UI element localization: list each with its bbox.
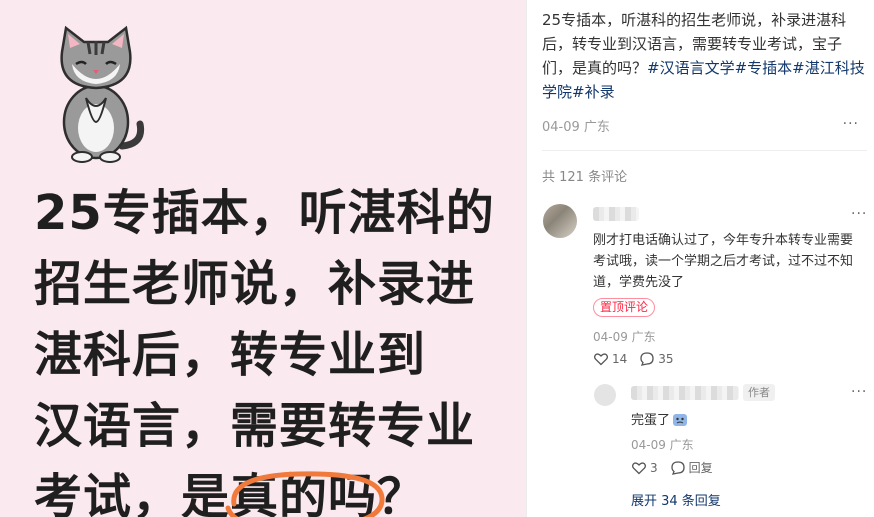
like-count: 3 [650,460,658,475]
headline-line: 招生老师说，补录进 [34,256,476,312]
replier-name-blurred[interactable] [631,386,739,400]
comment-actions: 14 35 [593,351,674,367]
author-badge: 作者 [743,384,775,401]
reply-button[interactable]: 35 [639,351,674,367]
headline-line: 湛科后，转专业到 [34,327,427,383]
avatar[interactable] [594,384,616,406]
reply-text: 完蛋了 [631,409,688,428]
heart-icon [594,353,608,366]
comment-more-button[interactable]: ··· [851,206,867,222]
commenter-name-blurred[interactable] [593,207,639,221]
like-count: 14 [612,352,628,366]
reply-actions: 3 回复 [631,459,713,476]
pinned-badge: 置顶评论 [593,298,656,317]
avatar[interactable] [543,204,577,238]
heart-icon [632,461,646,474]
headline-highlight: 真的吗 [225,462,385,517]
chat-bubble-icon [640,352,654,366]
post-image[interactable]: 25专插本，听湛科的 招生老师说，补录进 湛科后，转专业到 汉语言，需要转专业 … [0,0,526,517]
image-headline: 25专插本，听湛科的 招生老师说，补录进 湛科后，转专业到 汉语言，需要转专业 … [34,178,494,517]
reply-count: 35 [658,352,674,366]
headline-suffix: ？ [377,469,427,517]
headline-line: 汉语言，需要转专业 [34,398,476,454]
reply-date: 04-09 广东 [631,438,694,452]
comment-list: ··· 刚才打电话确认过了，今年专升本转专业需要考试哦，读一个学期之后才考试，过… [527,0,874,517]
headline-line-last: 考试，是真的吗？ [34,462,494,517]
chat-bubble-icon [670,460,685,475]
reply-button[interactable]: 回复 [670,459,713,476]
sad-emoji-icon [673,413,688,426]
headline-line: 25专插本，听湛科的 [34,185,495,241]
headline-highlight-text: 真的吗 [230,469,378,517]
cat-sticker-icon [60,25,145,163]
comment-text: 刚才打电话确认过了，今年专升本转专业需要考试哦，读一个学期之后才考试，过不过不知… [593,233,854,290]
headline-prefix: 考试，是 [34,469,231,517]
comment-date: 04-09 广东 [593,330,656,344]
reply-label: 回复 [688,461,713,475]
like-button[interactable]: 3 [631,459,658,476]
like-button[interactable]: 14 [593,351,627,367]
reply-more-button[interactable]: ··· [851,384,867,400]
expand-replies-link[interactable]: 展开 34 条回复 [631,490,721,509]
reply-text-content: 完蛋了 [631,413,671,428]
